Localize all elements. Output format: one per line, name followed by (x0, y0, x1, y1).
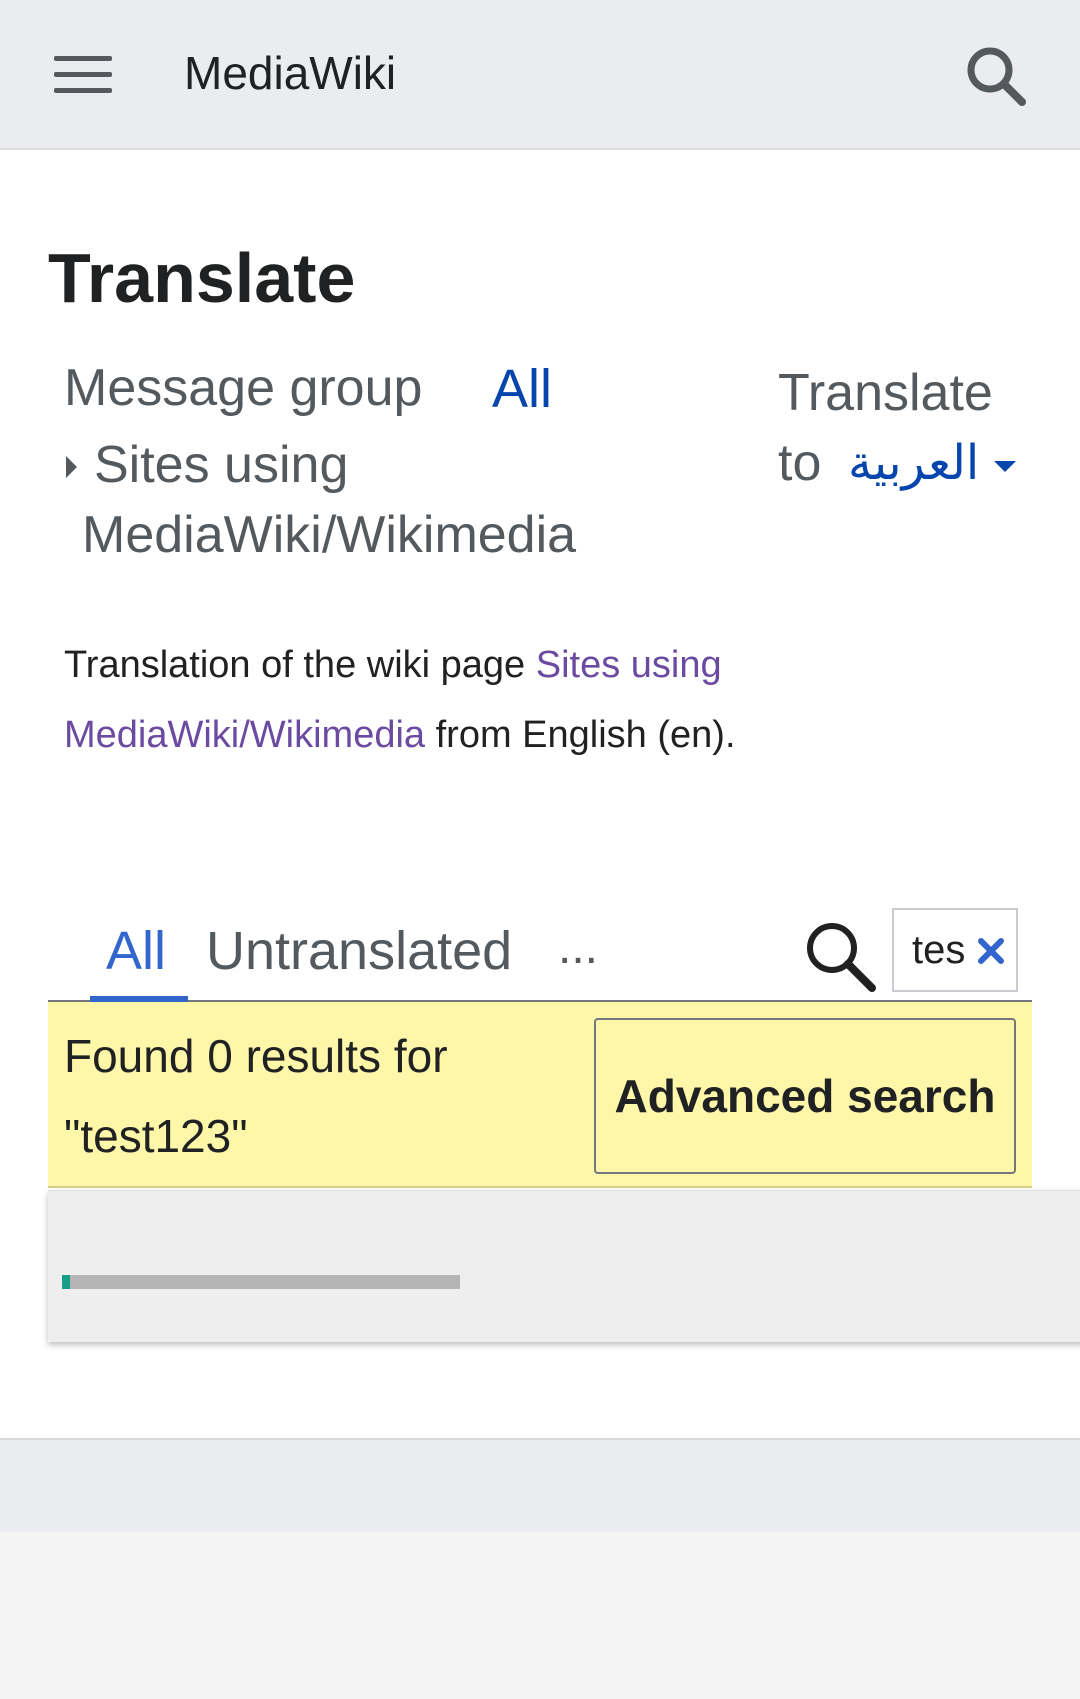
search-icon[interactable] (800, 916, 878, 994)
advanced-search-button[interactable]: Advanced search (594, 1018, 1016, 1174)
expand-arrow-icon[interactable] (66, 456, 77, 478)
description-suffix: from English (en). (425, 714, 736, 756)
clear-search-icon[interactable] (974, 934, 1008, 968)
tab-all[interactable]: All (90, 920, 182, 1000)
subgroup-line-2: MediaWiki/Wikimedia (82, 506, 577, 564)
search-input-value: tes (912, 928, 966, 972)
page-footer (0, 1438, 1080, 1532)
app-header: MediaWiki (0, 0, 1080, 150)
search-results-notice: Found 0 results for "test123" Advanced s… (48, 1002, 1032, 1188)
bottom-area (0, 1532, 1080, 1699)
message-group-selector[interactable]: All (492, 358, 552, 420)
target-language-selector[interactable]: العربية (848, 435, 979, 491)
translate-to-line-1: Translate (778, 364, 993, 422)
hamburger-menu-icon[interactable] (54, 52, 112, 96)
dropdown-caret-icon[interactable] (994, 461, 1016, 472)
filter-tabs: All Untranslated ... tes (48, 890, 1032, 1002)
search-input[interactable]: tes (892, 908, 1018, 992)
results-message: Found 0 results for "test123" (64, 1030, 448, 1162)
progress-bar-fill (62, 1275, 70, 1289)
message-group-label: Message group (64, 359, 423, 417)
progress-bar (62, 1275, 460, 1289)
page-description: Translation of the wiki page Sites using… (64, 630, 964, 770)
subgroup-line-1: Sites using (94, 436, 349, 494)
search-icon[interactable] (962, 42, 1028, 108)
tab-more[interactable]: ... (558, 920, 598, 975)
site-title[interactable]: MediaWiki (184, 46, 396, 100)
message-subgroup[interactable]: Sites using MediaWiki/Wikimedia (82, 430, 682, 570)
loading-panel (48, 1190, 1080, 1342)
description-prefix: Translation of the wiki page (64, 644, 536, 686)
tab-untranslated[interactable]: Untranslated (206, 920, 512, 982)
page-title: Translate (48, 239, 356, 317)
main-content: Translate Message group All Sites using … (0, 150, 1080, 1438)
